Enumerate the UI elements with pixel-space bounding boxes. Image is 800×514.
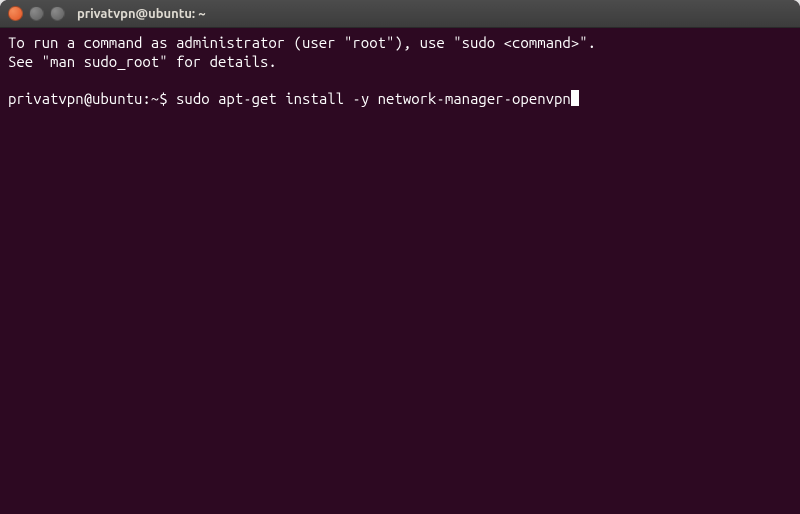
maximize-icon[interactable] xyxy=(50,6,65,21)
window-title: privatvpn@ubuntu: ~ xyxy=(77,7,206,21)
motd-line-2: See "man sudo_root" for details. xyxy=(8,53,277,70)
window-controls xyxy=(8,6,65,21)
shell-command: sudo apt-get install -y network-manager-… xyxy=(176,90,571,107)
motd-line-1: To run a command as administrator (user … xyxy=(8,34,596,51)
cursor xyxy=(571,90,579,106)
minimize-icon[interactable] xyxy=(29,6,44,21)
shell-prompt: privatvpn@ubuntu:~$ xyxy=(8,90,176,107)
close-icon[interactable] xyxy=(8,6,23,21)
titlebar[interactable]: privatvpn@ubuntu: ~ xyxy=(0,0,800,28)
terminal-content[interactable]: To run a command as administrator (user … xyxy=(0,28,800,514)
terminal-window: privatvpn@ubuntu: ~ To run a command as … xyxy=(0,0,800,514)
